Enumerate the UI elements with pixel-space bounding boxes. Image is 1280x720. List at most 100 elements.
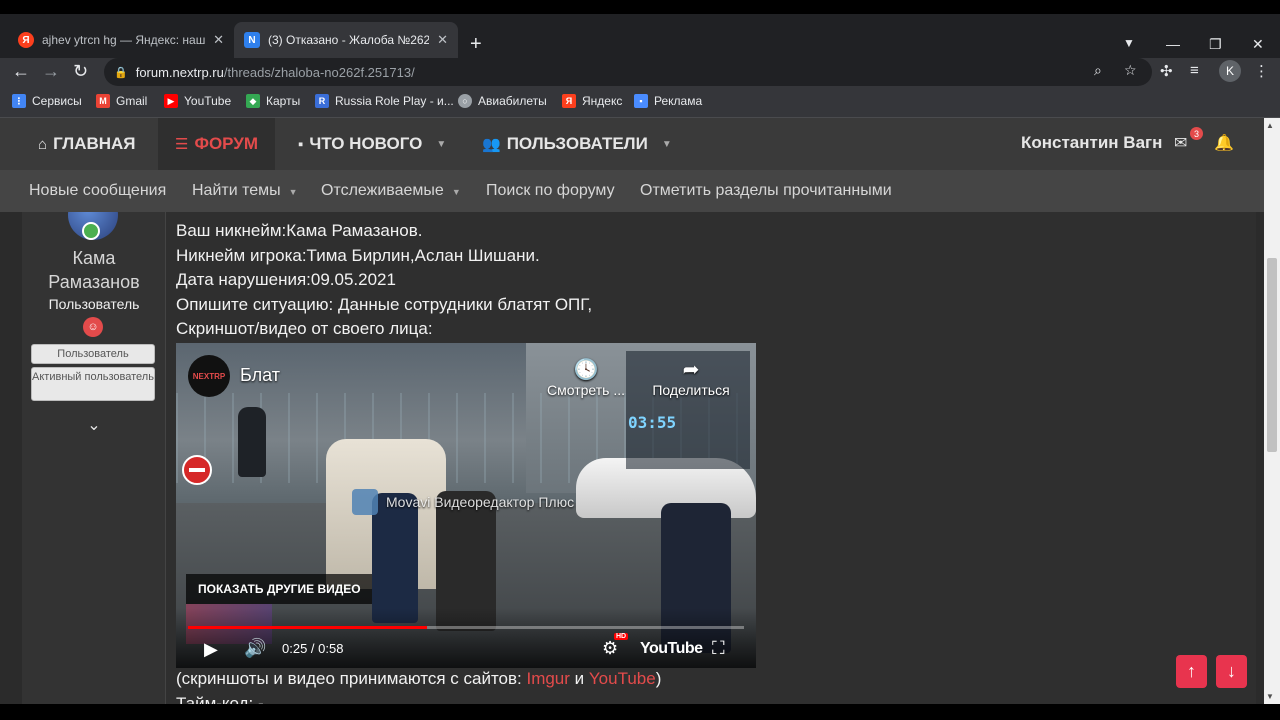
- fullscreen-icon[interactable]: ⛶: [712, 638, 725, 659]
- minimize-icon[interactable]: —: [1166, 36, 1180, 52]
- nav-whats-new[interactable]: ▪ ЧТО НОВОГО ▼: [298, 118, 446, 170]
- imgur-link[interactable]: Imgur: [526, 669, 569, 688]
- nav-users[interactable]: 👥 ПОЛЬЗОВАТЕЛИ ▼: [482, 118, 672, 170]
- profile-avatar[interactable]: K: [1219, 60, 1241, 82]
- restore-icon[interactable]: ❐: [1209, 36, 1222, 53]
- chevron-down-icon[interactable]: ⌄: [22, 415, 166, 435]
- envelope-icon[interactable]: ✉: [1174, 133, 1187, 153]
- message-line: Никнейм игрока:Тима Бирлин,Аслан Шишани.: [176, 246, 540, 265]
- play-icon[interactable]: ▶: [204, 639, 218, 660]
- tab-search-icon[interactable]: ▼: [1123, 36, 1135, 50]
- message-line: Ваш никнейм:Кама Рамазанов.: [176, 221, 423, 240]
- bookmark-gmail[interactable]: M Gmail: [96, 94, 147, 108]
- subnav-watched[interactable]: Отслеживаемые ▼: [321, 182, 461, 200]
- bookmark-youtube[interactable]: ▶ YouTube: [164, 94, 231, 108]
- online-status-icon: [82, 222, 100, 240]
- page-content: Кама Рамазанов Пользователь ☺ Пользовате…: [0, 212, 1264, 704]
- scroll-to-bottom-button[interactable]: ↓: [1216, 655, 1247, 688]
- bookmark-aviabilety[interactable]: ○ Авиабилеты: [458, 94, 547, 108]
- forum-sub-nav: Новые сообщения Найти темы ▼ Отслеживаемы…: [0, 170, 1280, 212]
- poster-role: Пользователь: [48, 296, 140, 312]
- tab-yandex-search[interactable]: Я ajhev ytrcn hg — Яндекс: нашёл ✕: [8, 22, 234, 58]
- back-arrow-icon[interactable]: ←: [12, 60, 30, 82]
- bookmark-services[interactable]: ⋮ Сервисы: [12, 94, 82, 108]
- bookmark-maps[interactable]: ◆ Карты: [246, 94, 300, 108]
- tab-strip: Я ajhev ytrcn hg — Яндекс: нашёл ✕ N (3)…: [0, 14, 1280, 58]
- chevron-down-icon[interactable]: ▼: [436, 139, 446, 150]
- message-line: Дата нарушения:09.05.2021: [176, 270, 396, 289]
- extensions-icon[interactable]: ✣: [1160, 62, 1173, 80]
- nav-home[interactable]: ⌂ ГЛАВНАЯ: [38, 118, 136, 170]
- tab-title: (3) Отказано - Жалоба №262F |: [268, 33, 430, 47]
- channel-logo[interactable]: NEXTRP: [188, 355, 230, 397]
- video-title[interactable]: Блат: [240, 365, 280, 386]
- scroll-down-arrow-icon[interactable]: ▼: [1266, 692, 1274, 701]
- video-watermark: Movavi Видеоредактор Плюс: [352, 489, 574, 515]
- media-control-icon[interactable]: ≡: [1190, 62, 1199, 79]
- youtube-link[interactable]: YouTube: [589, 669, 656, 688]
- screen-top-border: [0, 0, 1280, 14]
- bookmark-yandex[interactable]: Я Яндекс: [562, 94, 622, 108]
- share-button[interactable]: ➦ Поделиться: [646, 357, 736, 398]
- settings-gear-icon[interactable]: ⚙: [602, 638, 618, 659]
- youtube-video-embed[interactable]: 03:55 NEXTRP Блат 🕓 Смотреть ... ➦ Подел…: [176, 343, 756, 668]
- yandex-favicon-icon: Я: [18, 32, 34, 48]
- video-hud-timer: 03:55: [628, 413, 677, 432]
- bookmark-reklama[interactable]: ▪ Реклама: [634, 94, 702, 108]
- watch-later-button[interactable]: 🕓 Смотреть ...: [546, 357, 626, 398]
- chevron-down-icon[interactable]: ▼: [452, 187, 461, 197]
- close-tab-icon[interactable]: ✕: [213, 32, 224, 48]
- tab-forum-thread[interactable]: N (3) Отказано - Жалоба №262F | ✕: [234, 22, 458, 58]
- subnav-search-forum[interactable]: Поиск по форуму: [486, 182, 615, 200]
- chevron-down-icon[interactable]: ▼: [289, 187, 298, 197]
- gmail-icon: M: [96, 94, 110, 108]
- close-window-icon[interactable]: ✕: [1252, 36, 1264, 53]
- bookmarks-bar: ⋮ Сервисы M Gmail ▶ YouTube ◆ Карты R Russia …: [0, 86, 1280, 118]
- address-bar[interactable]: 🔒 forum.nextrp.ru/threads/zhaloba-no262f…: [104, 58, 1152, 86]
- close-tab-icon[interactable]: ✕: [437, 32, 448, 48]
- reload-icon[interactable]: ↻: [73, 60, 88, 82]
- apps-grid-icon: ⋮: [12, 94, 26, 108]
- message-line: Скриншот/видео от своего лица:: [176, 319, 433, 338]
- home-icon: ⌂: [38, 135, 48, 153]
- post-user-panel: Кама Рамазанов Пользователь ☺ Пользовате…: [22, 212, 166, 704]
- poster-name[interactable]: Кама Рамазанов: [22, 246, 166, 294]
- youtube-icon: ▶: [164, 94, 178, 108]
- youtube-logo[interactable]: YouTube: [640, 640, 703, 658]
- globe-icon: ○: [458, 94, 472, 108]
- subnav-mark-read[interactable]: Отметить разделы прочитанными: [640, 182, 892, 200]
- nav-forum[interactable]: ☰ ФОРУМ: [158, 118, 276, 170]
- volume-icon[interactable]: 🔊: [244, 638, 266, 659]
- comment-icon: ▪: [298, 135, 304, 153]
- users-icon: 👥: [482, 136, 501, 153]
- scroll-up-arrow-icon[interactable]: ▲: [1266, 121, 1274, 130]
- plus-icon[interactable]: +: [470, 34, 482, 54]
- forward-arrow-icon[interactable]: →: [42, 60, 60, 82]
- user-title-tag: Активный пользователь: [31, 367, 155, 401]
- clock-icon: 🕓: [573, 359, 599, 381]
- user-badge-icon: ☺: [83, 317, 103, 337]
- url-path: /threads/zhaloba-no262f.251713/: [223, 64, 415, 80]
- chevron-down-icon[interactable]: ▼: [662, 139, 672, 150]
- maps-icon: ◆: [246, 94, 260, 108]
- share-arrow-icon: ➦: [682, 359, 700, 381]
- hd-badge: HD: [614, 633, 629, 640]
- bookmark-star-icon[interactable]: ☆: [1124, 62, 1137, 79]
- account-name[interactable]: Константин Вагн: [1021, 133, 1162, 153]
- browser-menu-icon[interactable]: ⋮: [1254, 62, 1269, 80]
- video-progress-fill: [188, 626, 428, 629]
- video-time: 0:25 / 0:58: [282, 641, 344, 656]
- bookmark-russia-role-play[interactable]: R Russia Role Play - и...: [315, 94, 454, 108]
- more-videos-button[interactable]: ПОКАЗАТЬ ДРУГИЕ ВИДЕО: [186, 574, 372, 604]
- video-progress-bar[interactable]: [188, 626, 744, 629]
- subnav-find-threads[interactable]: Найти темы ▼: [192, 182, 298, 200]
- tab-title: ajhev ytrcn hg — Яндекс: нашёл: [42, 33, 206, 47]
- movavi-logo-icon: [352, 489, 378, 515]
- scrollbar-thumb[interactable]: [1267, 258, 1277, 452]
- bell-icon[interactable]: 🔔: [1214, 133, 1234, 153]
- screen-bottom-border: [0, 704, 1280, 720]
- scroll-to-top-button[interactable]: ↑: [1176, 655, 1207, 688]
- subnav-new-posts[interactable]: Новые сообщения: [29, 182, 166, 200]
- zoom-icon[interactable]: ⌕: [1094, 62, 1102, 79]
- arrow-up-icon: ↑: [1187, 661, 1196, 681]
